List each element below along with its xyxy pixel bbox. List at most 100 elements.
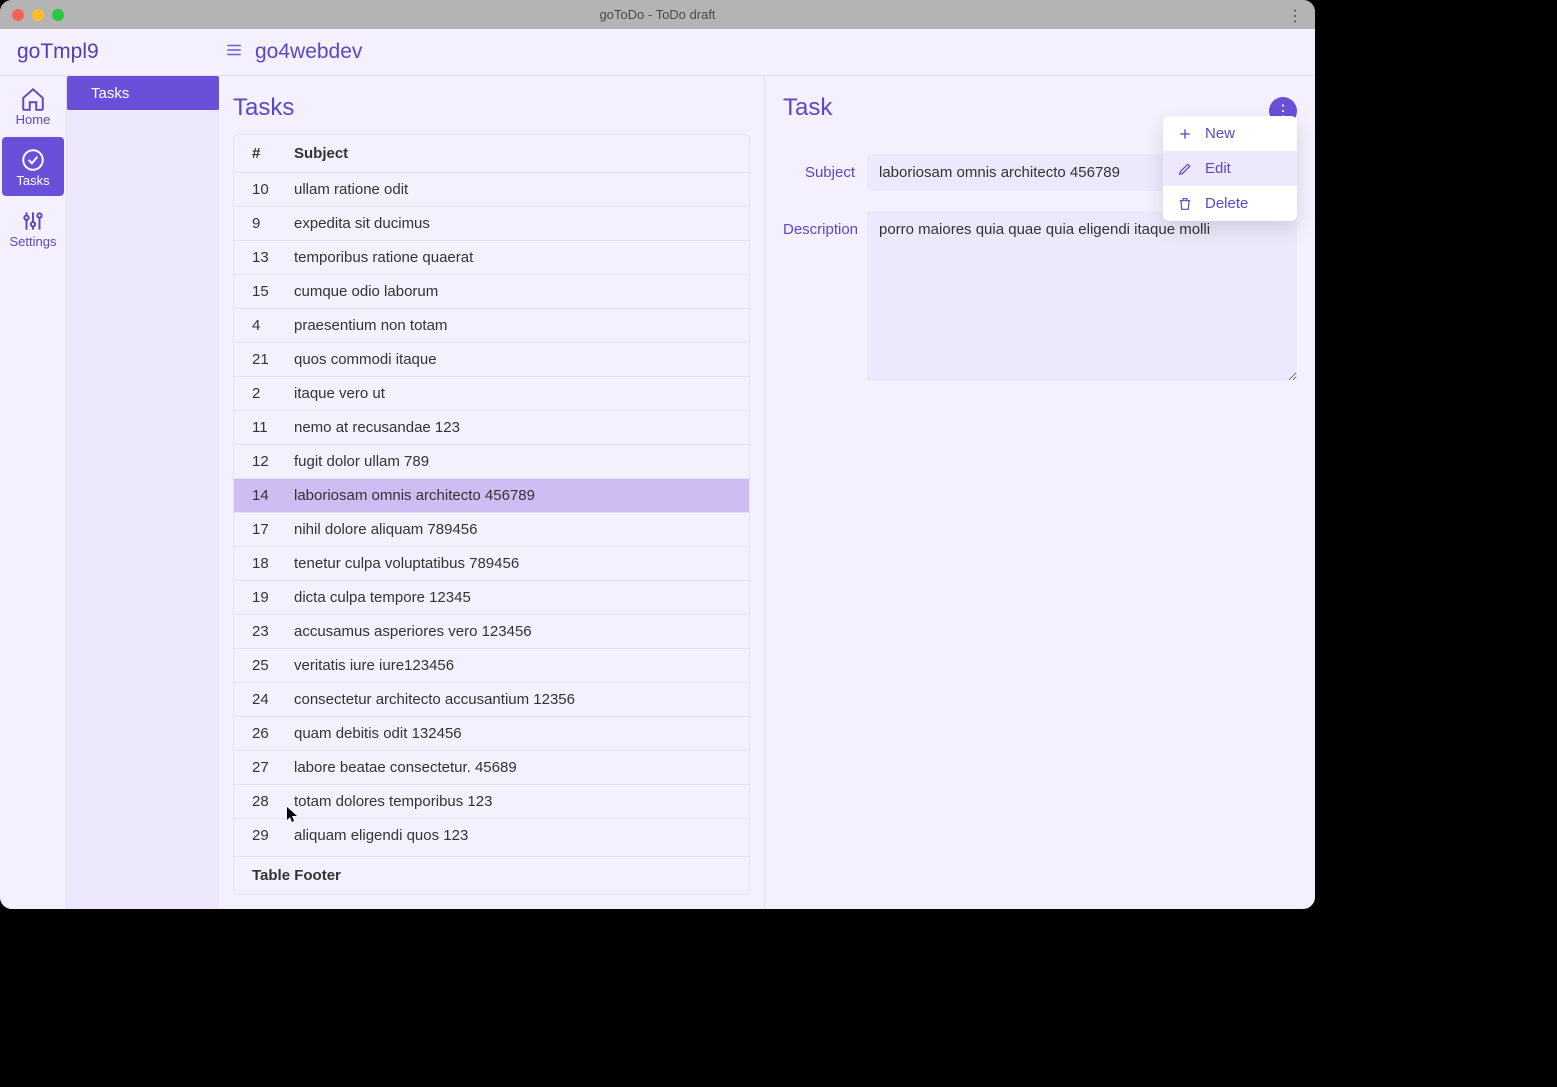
col-header-num: #: [252, 145, 294, 162]
row-subject: veritatis iure iure123456: [294, 657, 731, 674]
table-row[interactable]: 17nihil dolore aliquam 789456: [234, 512, 749, 546]
menu-label: Delete: [1205, 195, 1248, 212]
description-label: Description: [783, 211, 867, 381]
menu-new[interactable]: New: [1163, 116, 1297, 151]
row-subject: quam debitis odit 132456: [294, 725, 731, 742]
row-subject: temporibus ratione quaerat: [294, 249, 731, 266]
subject-label: Subject: [783, 154, 867, 191]
hamburger-icon[interactable]: [219, 41, 249, 64]
row-subject: cumque odio laborum: [294, 283, 731, 300]
row-subject: fugit dolor ullam 789: [294, 453, 731, 470]
titlebar: goToDo - ToDo draft ⋮: [0, 0, 1315, 29]
home-icon: [20, 86, 46, 112]
row-subject: praesentium non totam: [294, 317, 731, 334]
table-row[interactable]: 11nemo at recusandae 123: [234, 410, 749, 444]
row-id: 12: [252, 453, 294, 470]
minimize-window-button[interactable]: [32, 9, 44, 21]
titlebar-more-icon[interactable]: ⋮: [1287, 6, 1303, 26]
table-row[interactable]: 2itaque vero ut: [234, 376, 749, 410]
table-row[interactable]: 28totam dolores temporibus 123: [234, 784, 749, 818]
window-controls: [12, 9, 64, 21]
detail-title: Task: [783, 88, 832, 134]
row-id: 14: [252, 487, 294, 504]
rail-item-home[interactable]: Home: [0, 76, 66, 135]
row-id: 24: [252, 691, 294, 708]
table-row[interactable]: 14laboriosam omnis architecto 456789: [234, 478, 749, 512]
check-circle-icon: [20, 147, 46, 173]
table-row[interactable]: 4praesentium non totam: [234, 308, 749, 342]
table-row[interactable]: 25veritatis iure iure123456: [234, 648, 749, 682]
side-panel: Tasks: [67, 76, 219, 909]
row-id: 2: [252, 385, 294, 402]
table-row[interactable]: 26quam debitis odit 132456: [234, 716, 749, 750]
row-id: 26: [252, 725, 294, 742]
table-row[interactable]: 24consectetur architecto accusantium 123…: [234, 682, 749, 716]
app-bar: goTmpl9 go4webdev: [0, 29, 1315, 76]
sliders-icon: [20, 208, 46, 234]
row-subject: itaque vero ut: [294, 385, 731, 402]
table-row[interactable]: 10ullam ratione odit: [234, 172, 749, 206]
rail-label: Home: [16, 112, 51, 127]
row-subject: tenetur culpa voluptatibus 789456: [294, 555, 731, 572]
row-id: 18: [252, 555, 294, 572]
tasks-title: Tasks: [233, 88, 750, 134]
menu-label: New: [1205, 125, 1235, 142]
menu-label: Edit: [1205, 160, 1231, 177]
row-subject: totam dolores temporibus 123: [294, 793, 731, 810]
row-id: 19: [252, 589, 294, 606]
table-body[interactable]: 10ullam ratione odit9expedita sit ducimu…: [234, 172, 749, 856]
table-row[interactable]: 27labore beatae consectetur. 45689: [234, 750, 749, 784]
row-id: 29: [252, 827, 294, 844]
task-actions-menu: New Edit Delete: [1163, 116, 1297, 221]
nav-rail: Home Tasks Settings: [0, 76, 67, 909]
row-id: 9: [252, 215, 294, 232]
row-id: 13: [252, 249, 294, 266]
window-title: goToDo - ToDo draft: [0, 7, 1315, 22]
row-subject: quos commodi itaque: [294, 351, 731, 368]
row-id: 25: [252, 657, 294, 674]
detail-column: Task ⋮ Subject Description porro maiores…: [765, 76, 1315, 909]
table-row[interactable]: 21quos commodi itaque: [234, 342, 749, 376]
table-row[interactable]: 19dicta culpa tempore 12345: [234, 580, 749, 614]
table-row[interactable]: 18tenetur culpa voluptatibus 789456: [234, 546, 749, 580]
row-subject: consectetur architecto accusantium 12356: [294, 691, 731, 708]
row-id: 21: [252, 351, 294, 368]
row-id: 23: [252, 623, 294, 640]
row-id: 4: [252, 317, 294, 334]
table-row[interactable]: 29aliquam eligendi quos 123: [234, 818, 749, 852]
table-row[interactable]: 23accusamus asperiores vero 123456: [234, 614, 749, 648]
app-window: goToDo - ToDo draft ⋮ goTmpl9 go4webdev …: [0, 0, 1315, 909]
rail-label: Settings: [10, 234, 57, 249]
row-subject: dicta culpa tempore 12345: [294, 589, 731, 606]
row-id: 27: [252, 759, 294, 776]
table-footer: Table Footer: [234, 856, 749, 894]
table-row[interactable]: 12fugit dolor ullam 789: [234, 444, 749, 478]
table-header: # Subject: [234, 135, 749, 172]
maximize-window-button[interactable]: [52, 9, 64, 21]
rail-label: Tasks: [16, 173, 49, 188]
tasks-column: Tasks # Subject 10ullam ratione odit9exp…: [219, 76, 765, 909]
row-subject: nihil dolore aliquam 789456: [294, 521, 731, 538]
row-subject: aliquam eligendi quos 123: [294, 827, 731, 844]
close-window-button[interactable]: [12, 9, 24, 21]
row-id: 11: [252, 419, 294, 436]
tasks-table: # Subject 10ullam ratione odit9expedita …: [233, 134, 750, 895]
row-subject: nemo at recusandae 123: [294, 419, 731, 436]
pencil-icon: [1177, 161, 1193, 177]
row-id: 17: [252, 521, 294, 538]
rail-item-tasks[interactable]: Tasks: [2, 137, 64, 196]
menu-delete[interactable]: Delete: [1163, 186, 1297, 221]
row-id: 10: [252, 181, 294, 198]
brand-logo: goTmpl9: [0, 40, 219, 64]
table-row[interactable]: 9expedita sit ducimus: [234, 206, 749, 240]
side-tab-tasks[interactable]: Tasks: [67, 76, 219, 110]
table-row[interactable]: 15cumque odio laborum: [234, 274, 749, 308]
row-subject: laboriosam omnis architecto 456789: [294, 487, 731, 504]
description-input[interactable]: porro maiores quia quae quia eligendi it…: [867, 211, 1297, 381]
rail-item-settings[interactable]: Settings: [0, 198, 66, 257]
table-row[interactable]: 13temporibus ratione quaerat: [234, 240, 749, 274]
row-subject: labore beatae consectetur. 45689: [294, 759, 731, 776]
row-subject: accusamus asperiores vero 123456: [294, 623, 731, 640]
row-subject: ullam ratione odit: [294, 181, 731, 198]
menu-edit[interactable]: Edit: [1163, 151, 1297, 186]
